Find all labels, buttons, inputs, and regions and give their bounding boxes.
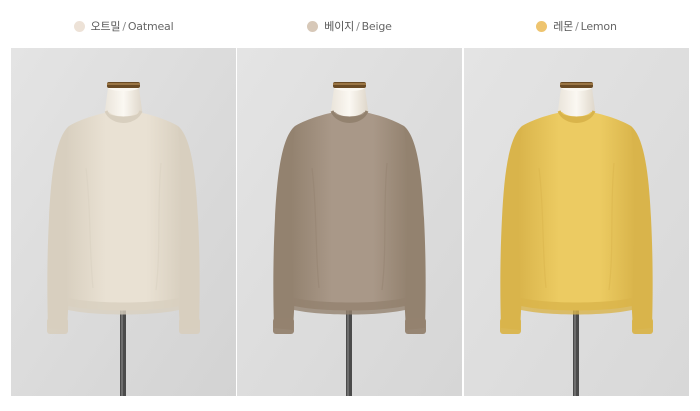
product-photo[interactable]	[464, 48, 689, 396]
color-name-korean: 베이지	[324, 20, 355, 33]
product-card-oatmeal[interactable]: 오트밀 / Oatmeal	[11, 0, 236, 411]
separator: /	[356, 20, 360, 33]
sweater-photo-svg	[237, 48, 462, 396]
sweater	[47, 110, 200, 334]
color-swatch-icon	[536, 20, 548, 32]
color-label: 오트밀 / Oatmeal	[11, 16, 236, 36]
color-name-korean: 오트밀	[90, 20, 121, 33]
separator: /	[122, 20, 126, 33]
separator: /	[575, 20, 579, 33]
color-name-korean: 레몬	[553, 20, 574, 33]
product-photo[interactable]	[237, 48, 462, 396]
sweater-photo-svg	[464, 48, 689, 396]
product-card-beige[interactable]: 베이지 / Beige	[237, 0, 462, 411]
color-variant-grid: 오트밀 / Oatmeal 베이지 / Beige 레몬 / Lemon	[0, 0, 700, 411]
color-name-english: Beige	[361, 20, 392, 33]
mannequin-neck	[104, 82, 143, 118]
sweater	[273, 110, 426, 334]
color-label: 레몬 / Lemon	[464, 16, 689, 36]
product-card-lemon[interactable]: 레몬 / Lemon	[464, 0, 689, 411]
color-name-english: Lemon	[580, 20, 617, 33]
color-label: 베이지 / Beige	[237, 16, 462, 36]
color-name-english: Oatmeal	[127, 20, 174, 33]
product-photo[interactable]	[11, 48, 236, 396]
mannequin-neck	[330, 82, 369, 118]
mannequin-neck	[557, 82, 596, 118]
sweater-photo-svg	[11, 48, 236, 396]
sweater	[500, 110, 653, 334]
color-swatch-icon	[307, 20, 319, 32]
color-swatch-icon	[73, 20, 85, 32]
